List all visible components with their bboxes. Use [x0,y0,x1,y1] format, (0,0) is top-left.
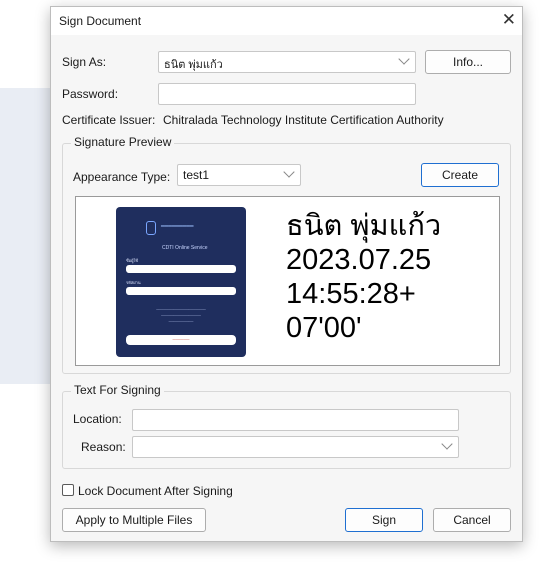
cert-issuer-value: Chitralada Technology Institute Certific… [163,113,444,127]
appearance-type-value: test1 [183,168,210,182]
cancel-button[interactable]: Cancel [433,508,511,532]
signature-preview-legend: Signature Preview [71,135,175,149]
card-login-button: ────── [126,335,236,345]
signature-date: 2023.07.25 [286,244,432,276]
info-button[interactable]: Info... [425,50,511,74]
card-password-label: รหัสผ่าน [126,280,141,285]
title-bar: Sign Document ✕ [51,7,522,35]
apply-multiple-files-button[interactable]: Apply to Multiple Files [62,508,206,532]
dialog-title: Sign Document [59,14,142,28]
signature-preview-group: Signature Preview Appearance Type: test1… [62,135,511,374]
location-label: Location: [73,412,122,426]
signature-time: 14:55:28+ [286,278,416,310]
card-username-label: ชื่อผู้ใช้ [126,258,139,263]
logo-icon [146,221,156,235]
password-label: Password: [62,87,119,101]
card-note: ──────────────────── ──────────────── ────… [156,308,206,324]
login-screenshot: ━━━━━━━━━ CDTI Online Service ชื่อผู้ใช้… [116,207,246,357]
signature-text-block: ธนิต พุ่มแก้ว 2023.07.25 14:55:28+ 07'00… [286,209,441,345]
text-for-signing-group: Text For Signing Location: Reason: [62,383,511,469]
close-icon[interactable]: ✕ [502,10,516,30]
chevron-down-icon [283,166,295,178]
card-username-field [126,265,236,273]
reason-label: Reason: [81,440,126,454]
card-password-field [126,287,236,295]
signature-name: ธนิต พุ่มแก้ว [286,210,442,242]
cert-issuer-label: Certificate Issuer: [62,113,156,127]
create-button[interactable]: Create [421,163,499,187]
appearance-type-select[interactable]: test1 [177,164,301,186]
reason-select[interactable] [132,436,459,458]
sign-document-dialog: Sign Document ✕ Sign As: ธนิต พุ่มแก้ว I… [50,6,523,542]
text-for-signing-legend: Text For Signing [71,383,164,397]
card-header: ━━━━━━━━━ [161,224,194,230]
lock-document-checkbox[interactable] [62,484,74,496]
chevron-down-icon [441,438,453,450]
sign-as-label: Sign As: [62,55,107,69]
card-service-title: CDTI Online Service [162,245,208,251]
appearance-type-label: Appearance Type: [73,170,171,184]
sign-as-value: ธนิต พุ่มแก้ว [164,59,223,71]
password-field[interactable] [158,83,416,105]
chevron-down-icon [398,53,410,65]
location-input[interactable] [132,409,459,431]
sign-as-select[interactable]: ธนิต พุ่มแก้ว [158,51,416,73]
signature-preview-image: ━━━━━━━━━ CDTI Online Service ชื่อผู้ใช้… [75,196,500,366]
signature-offset: 07'00' [286,312,362,344]
sign-button[interactable]: Sign [345,508,423,532]
lock-document-label: Lock Document After Signing [78,484,233,498]
